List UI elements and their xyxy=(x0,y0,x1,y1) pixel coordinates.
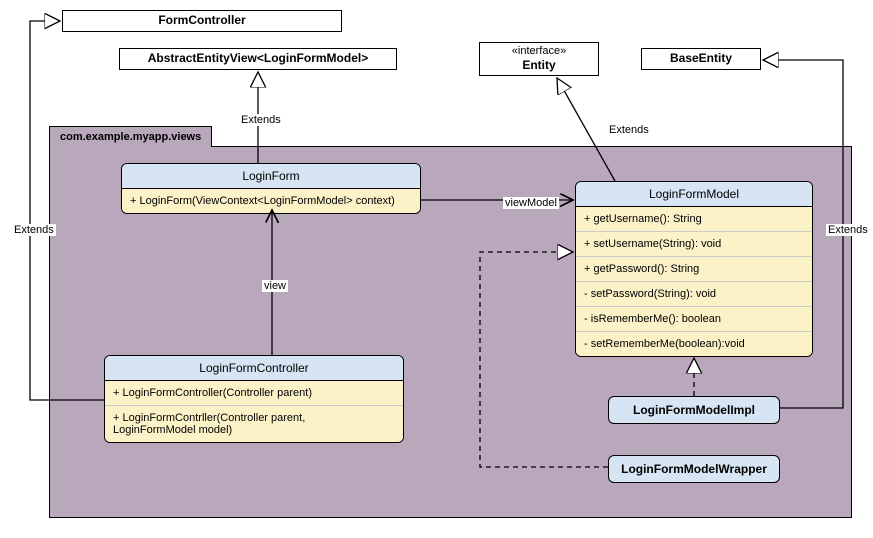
class-body: + getUsername(): String + setUsername(St… xyxy=(576,207,812,356)
class-member: - isRememberMe(): boolean xyxy=(576,307,812,332)
class-header: LoginFormController xyxy=(105,356,403,381)
class-abstractentityview: AbstractEntityView<LoginFormModel> xyxy=(119,48,397,70)
interface-entity: «interface» Entity xyxy=(479,42,599,76)
class-member: - setRememberMe(boolean):void xyxy=(576,332,812,356)
class-header: LoginForm xyxy=(122,164,420,189)
class-name: AbstractEntityView<LoginFormModel> xyxy=(148,51,368,67)
package-name: com.example.myapp.views xyxy=(60,131,201,143)
label-extends-loginformmodel: Extends xyxy=(607,124,651,136)
class-member: + getPassword(): String xyxy=(576,257,812,282)
class-member: + getUsername(): String xyxy=(576,207,812,232)
class-loginform: LoginForm + LoginForm(ViewContext<LoginF… xyxy=(121,163,421,214)
class-name: Entity xyxy=(522,58,555,74)
class-name: LoginFormController xyxy=(199,361,308,375)
class-name: LoginForm xyxy=(242,169,299,183)
class-member: + LoginFormContrller(Controller parent, … xyxy=(105,406,403,442)
class-member: + LoginForm(ViewContext<LoginFormModel> … xyxy=(122,189,420,213)
class-member: + LoginFormController(Controller parent) xyxy=(105,381,403,406)
class-name: FormController xyxy=(158,13,245,29)
stereotype: «interface» xyxy=(512,44,566,58)
label-viewmodel: viewModel xyxy=(503,197,559,209)
class-loginformmodel: LoginFormModel + getUsername(): String +… xyxy=(575,181,813,357)
class-body: + LoginFormController(Controller parent)… xyxy=(105,381,403,442)
class-name: BaseEntity xyxy=(670,51,732,67)
class-member: + setUsername(String): void xyxy=(576,232,812,257)
class-header: LoginFormModel xyxy=(576,182,812,207)
package-tab: com.example.myapp.views xyxy=(49,126,212,147)
class-name: LoginFormModel xyxy=(649,187,739,201)
class-name: LoginFormModelWrapper xyxy=(621,462,767,476)
label-extends-loginform: Extends xyxy=(239,114,283,126)
class-baseentity: BaseEntity xyxy=(641,48,761,70)
class-loginformcontroller: LoginFormController + LoginFormControlle… xyxy=(104,355,404,443)
label-extends-loginformcontroller: Extends xyxy=(12,224,56,236)
label-extends-loginformmodelimpl: Extends xyxy=(826,224,870,236)
label-view: view xyxy=(262,280,288,292)
class-loginformmodelimpl: LoginFormModelImpl xyxy=(608,396,780,424)
class-member: - setPassword(String): void xyxy=(576,282,812,307)
class-body: + LoginForm(ViewContext<LoginFormModel> … xyxy=(122,189,420,213)
class-name: LoginFormModelImpl xyxy=(633,403,755,417)
class-formcontroller: FormController xyxy=(62,10,342,32)
class-loginformmodelwrapper: LoginFormModelWrapper xyxy=(608,455,780,483)
